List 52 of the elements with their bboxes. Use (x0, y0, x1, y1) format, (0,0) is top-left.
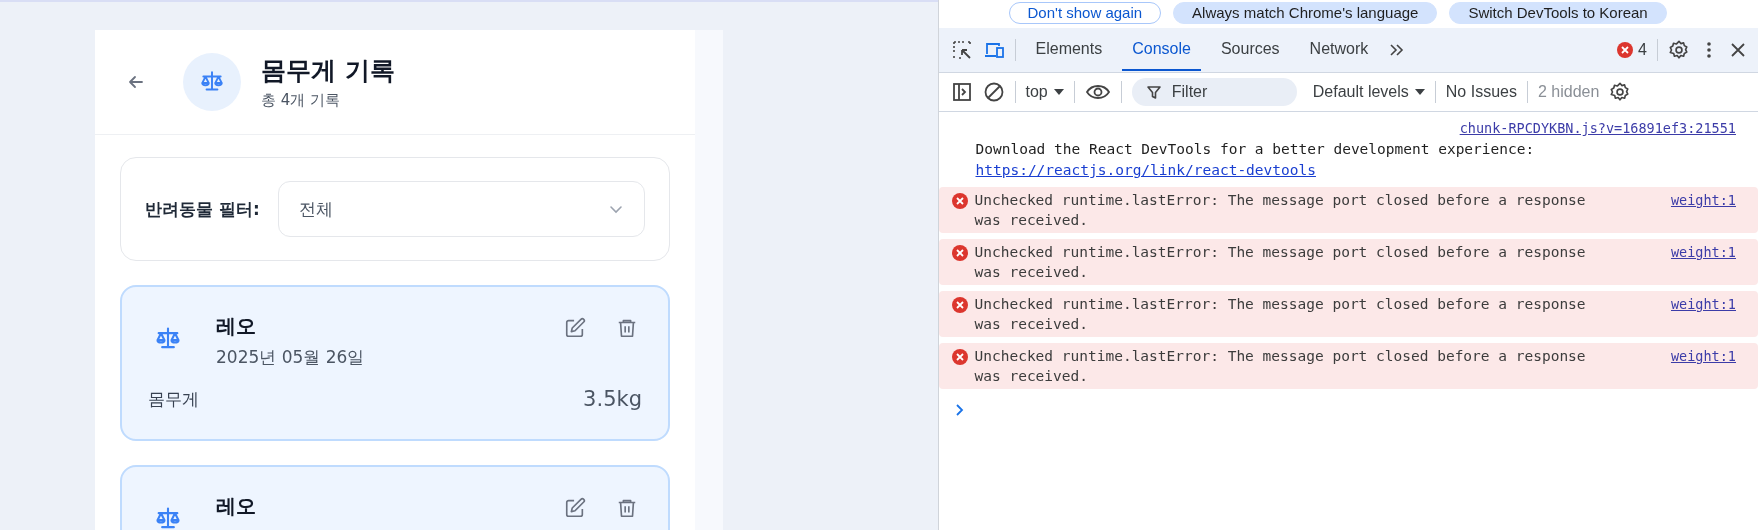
source-link[interactable]: weight:1 (1670, 346, 1736, 366)
back-arrow-icon (127, 73, 145, 91)
devtools-tab[interactable]: Elements (1025, 29, 1113, 71)
error-icon (1616, 41, 1635, 59)
trash-icon (616, 497, 638, 519)
error-icon (950, 192, 969, 210)
weight-value: 3.5kg (583, 387, 642, 411)
eye-icon[interactable] (1084, 82, 1111, 102)
trash-icon (616, 317, 638, 339)
filter-icon (1145, 84, 1162, 100)
context-dropdown[interactable]: top (1025, 83, 1064, 101)
filter-label: 반려동물 필터: (145, 197, 260, 221)
inspect-element-icon[interactable] (950, 39, 973, 61)
edit-icon (564, 497, 586, 519)
edit-icon (564, 317, 586, 339)
error-text: Unchecked runtime.lastError: The message port closed before a response was received. (974, 191, 1587, 230)
settings-icon[interactable] (1668, 39, 1690, 61)
pet-name: 레오 (216, 313, 257, 340)
error-icon (950, 296, 969, 314)
scale-icon (154, 505, 182, 530)
error-text: Unchecked runtime.lastError: The message port closed before a response was received. (974, 295, 1587, 334)
error-icon (950, 348, 969, 366)
hidden-count: 2 hidden (1537, 83, 1600, 101)
devtools-tab[interactable]: Console (1122, 29, 1201, 71)
infobar-button[interactable]: Don't show again (1008, 2, 1162, 24)
log-levels-dropdown[interactable]: Default levels (1312, 83, 1425, 101)
source-link[interactable]: weight:1 (1670, 294, 1736, 314)
log-message: Download the React DevTools for a better development experience: (975, 140, 1536, 159)
clear-console-icon[interactable] (982, 81, 1005, 103)
caret-icon (1414, 88, 1425, 96)
infobar-button[interactable]: Switch DevTools to Korean (1449, 2, 1667, 24)
error-icon (950, 244, 969, 262)
page-title: 몸무게 기록 (261, 55, 395, 87)
error-count[interactable]: 4 (1638, 41, 1647, 59)
record-date: 2025년 05월 26일 (216, 346, 366, 369)
filter-field[interactable]: Filter (1131, 78, 1297, 106)
caret-icon (1053, 88, 1064, 96)
error-text: Unchecked runtime.lastError: The message port closed before a response was received. (974, 347, 1587, 386)
metric-label: 몸무게 (148, 388, 199, 411)
infobar-button[interactable]: Always match Chrome's language (1173, 2, 1438, 24)
source-link[interactable]: weight:1 (1670, 242, 1736, 262)
pet-name: 레오 (216, 493, 257, 520)
record-count: 총 4개 기록 (261, 91, 342, 110)
sidebar-toggle-icon[interactable] (950, 81, 973, 103)
devtools-tab[interactable]: Sources (1210, 29, 1290, 71)
devtools-tab[interactable]: Network (1299, 29, 1379, 71)
pet-filter-select[interactable]: 전체 (277, 181, 645, 237)
devtools-link[interactable]: https://reactjs.org/link/react-devtools (975, 162, 1316, 178)
source-link[interactable]: weight:1 (1670, 190, 1736, 210)
source-link[interactable]: chunk-RPCDYKBN.js?v=16891ef3:21551 (1459, 120, 1736, 136)
issues-label[interactable]: No Issues (1445, 83, 1517, 101)
error-text: Unchecked runtime.lastError: The message port closed before a response was received. (974, 243, 1587, 282)
